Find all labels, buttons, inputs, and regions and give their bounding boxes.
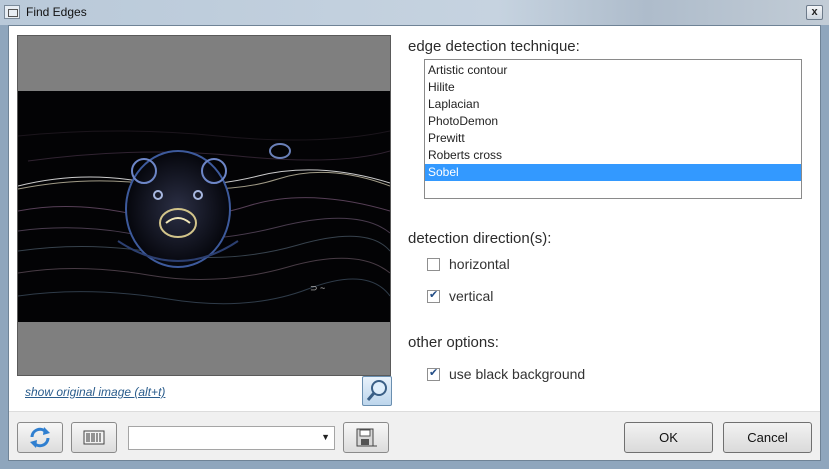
app-icon (4, 5, 20, 19)
chevron-down-icon: ▼ (321, 432, 330, 442)
direction-heading: detection direction(s): (408, 230, 552, 247)
list-item[interactable]: Laplacian (425, 96, 801, 113)
list-item[interactable]: PhotoDemon (425, 113, 801, 130)
refresh-icon (30, 427, 50, 448)
barcode-icon (83, 430, 105, 445)
preview-image: ⊃ ~ (18, 91, 390, 322)
horizontal-checkbox[interactable] (427, 257, 440, 271)
find-edges-window: Find Edges x ⊃ ~ show original image (al… (0, 0, 829, 469)
vertical-checkbox[interactable] (427, 288, 440, 303)
close-button[interactable]: x (806, 5, 823, 20)
black-background-label: use black background (449, 366, 586, 382)
magnifier-icon (366, 380, 387, 401)
save-disk-icon (356, 428, 377, 447)
horizontal-option[interactable]: horizontal (427, 256, 510, 272)
cancel-button[interactable]: Cancel (723, 422, 812, 453)
preset-combobox[interactable]: ▼ (128, 426, 335, 450)
black-background-option[interactable]: use black background (427, 366, 585, 382)
vertical-label: vertical (449, 288, 494, 304)
list-item[interactable]: Hilite (425, 79, 801, 96)
dialog-body: ⊃ ~ show original image (alt+t) edge det… (8, 25, 821, 461)
zoom-button[interactable] (362, 376, 392, 406)
save-preset-button[interactable] (343, 422, 389, 453)
other-options-heading: other options: (408, 334, 499, 351)
title-bar[interactable]: Find Edges x (0, 0, 829, 25)
list-item[interactable]: Prewitt (425, 130, 801, 147)
black-background-checkbox[interactable] (427, 366, 440, 381)
technique-heading: edge detection technique: (408, 38, 580, 55)
vertical-option[interactable]: vertical (427, 288, 493, 304)
command-bar: ▼ OK Cancel (9, 411, 820, 460)
list-item[interactable]: Roberts cross (425, 147, 801, 164)
preview-panel: ⊃ ~ (17, 35, 391, 376)
reset-button[interactable] (17, 422, 63, 453)
window-title: Find Edges (26, 5, 87, 19)
list-item-selected[interactable]: Sobel (425, 164, 801, 181)
technique-listbox[interactable]: Artistic contour Hilite Laplacian PhotoD… (424, 59, 802, 199)
show-original-link[interactable]: show original image (alt+t) (25, 385, 165, 399)
randomize-button[interactable] (71, 422, 117, 453)
ok-button[interactable]: OK (624, 422, 713, 453)
list-item[interactable]: Artistic contour (425, 62, 801, 79)
horizontal-label: horizontal (449, 256, 510, 272)
svg-text:⊃ ~: ⊃ ~ (310, 283, 325, 293)
